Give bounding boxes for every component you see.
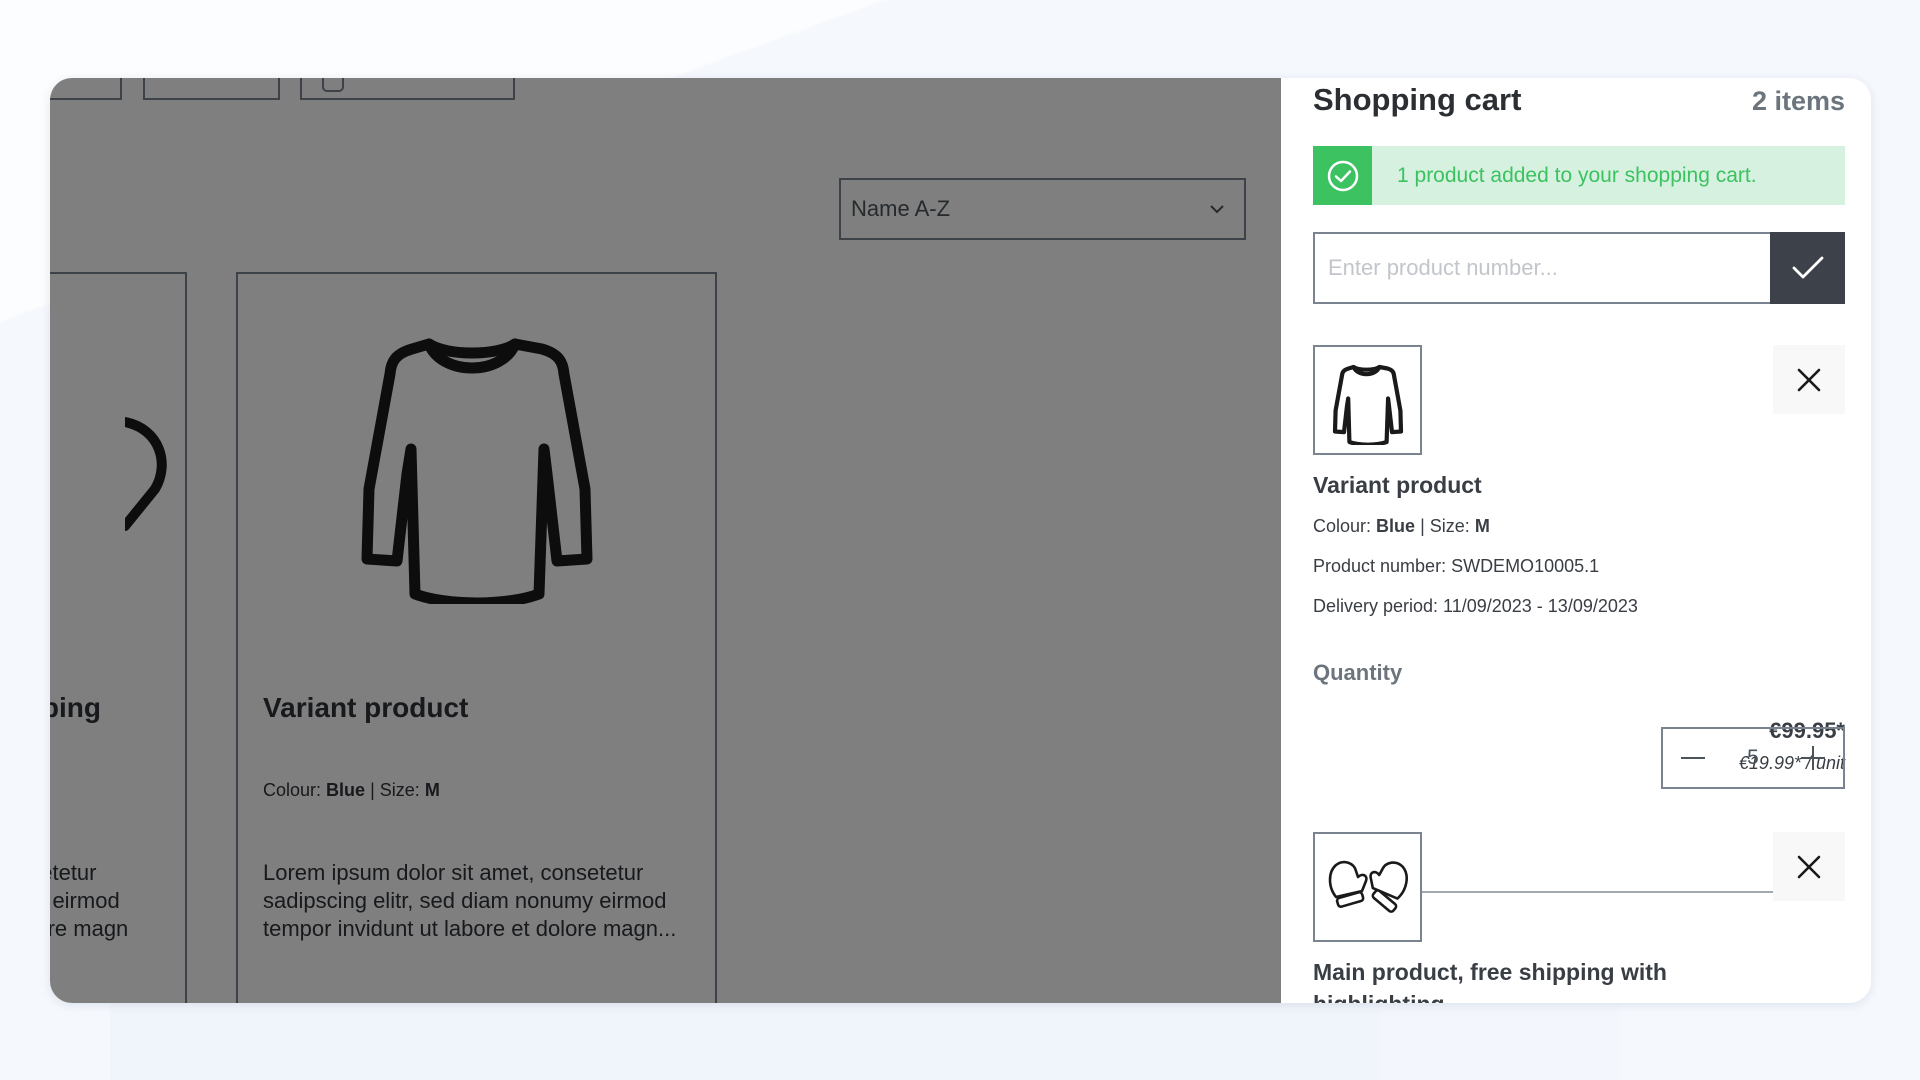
filter-button[interactable] xyxy=(143,78,280,100)
product-title[interactable]: Variant product xyxy=(263,692,468,724)
checkmark-icon xyxy=(1792,256,1823,279)
description-line: nsetetur xyxy=(50,860,97,885)
colour-value: Blue xyxy=(1376,516,1416,536)
line-item-title[interactable]: Main product, free shipping with highlig… xyxy=(1313,956,1713,1003)
sweater-icon xyxy=(361,338,592,604)
close-icon xyxy=(1797,368,1821,391)
product-number-input[interactable] xyxy=(1313,232,1770,304)
quantity-stepper: 5 xyxy=(1661,727,1845,789)
mittens-icon xyxy=(125,417,167,531)
success-alert: 1 product added to your shopping cart. xyxy=(1313,146,1845,205)
offcanvas-cart: Shopping cart 2 items 1 product added to… xyxy=(1281,78,1871,1003)
description-line: ore magn... xyxy=(50,916,129,941)
add-product-button[interactable] xyxy=(1770,232,1845,304)
filter-button[interactable] xyxy=(50,78,122,100)
product-image xyxy=(50,304,185,604)
remove-item-button[interactable] xyxy=(1773,832,1845,901)
product-variant: Colour: Blue | Size: M xyxy=(263,780,440,801)
browser-viewport: Name A-Z ping nsetetur my eirmod ore mag… xyxy=(50,78,1871,1003)
background-decoration xyxy=(110,1003,1380,1080)
minus-icon xyxy=(1681,757,1705,759)
size-value: M xyxy=(424,780,440,800)
filter-checkbox-button[interactable] xyxy=(300,78,515,100)
alert-message: 1 product added to your shopping cart. xyxy=(1397,163,1757,187)
product-description: Lorem ipsum dolor sit amet, consetetur s… xyxy=(263,860,677,941)
sort-select[interactable]: Name A-Z xyxy=(839,178,1246,240)
line-item-variant: Colour: Blue | Size: M xyxy=(1313,516,1490,537)
line-item-product-number: Product number: SWDEMO10005.1 xyxy=(1313,556,1600,576)
cart-item-count: 2 items xyxy=(1751,86,1845,116)
product-title[interactable]: ping xyxy=(50,692,101,724)
product-image xyxy=(238,304,715,604)
product-listing: Name A-Z ping nsetetur my eirmod ore mag… xyxy=(50,78,1281,1003)
checkbox-icon xyxy=(322,78,344,92)
sort-selected-value: Name A-Z xyxy=(851,196,951,221)
check-circle-icon xyxy=(1313,146,1372,205)
colour-value: Blue xyxy=(326,780,366,800)
separator: | xyxy=(370,780,375,800)
quantity-label: Quantity xyxy=(1313,660,1403,685)
close-icon xyxy=(1797,855,1821,878)
plus-icon xyxy=(1801,746,1825,770)
cart-title: Shopping cart xyxy=(1313,82,1522,117)
size-value: M xyxy=(1474,516,1490,536)
size-label: Size: xyxy=(379,780,420,800)
description-line: my eirmod xyxy=(50,888,120,913)
colour-label: Colour: xyxy=(263,780,322,800)
line-item-thumbnail[interactable] xyxy=(1313,832,1422,942)
product-description: nsetetur my eirmod ore magn... xyxy=(50,859,157,943)
decrease-quantity-button[interactable] xyxy=(1663,729,1723,787)
product-card[interactable]: ping nsetetur my eirmod ore magn... xyxy=(50,272,187,1003)
cart-header: Shopping cart 2 items xyxy=(1313,78,1845,128)
remove-item-button[interactable] xyxy=(1773,345,1845,414)
chevron-down-icon xyxy=(1210,205,1224,214)
sweater-icon xyxy=(1332,364,1403,445)
colour-label: Colour: xyxy=(1313,516,1372,536)
size-label: Size: xyxy=(1429,516,1470,536)
mittens-icon xyxy=(1328,860,1408,913)
background-decoration xyxy=(1380,1003,1620,1080)
separator: | xyxy=(1420,516,1425,536)
increase-quantity-button[interactable] xyxy=(1783,729,1843,787)
product-card[interactable]: Variant product Colour: Blue | Size: M L… xyxy=(236,272,717,1003)
quantity-value[interactable]: 5 xyxy=(1733,746,1773,770)
line-item-title[interactable]: Variant product xyxy=(1313,469,1713,501)
add-product-by-number-form xyxy=(1313,232,1845,304)
line-item-thumbnail[interactable] xyxy=(1313,345,1422,455)
line-item-delivery-period: Delivery period: 11/09/2023 - 13/09/2023 xyxy=(1313,596,1638,616)
